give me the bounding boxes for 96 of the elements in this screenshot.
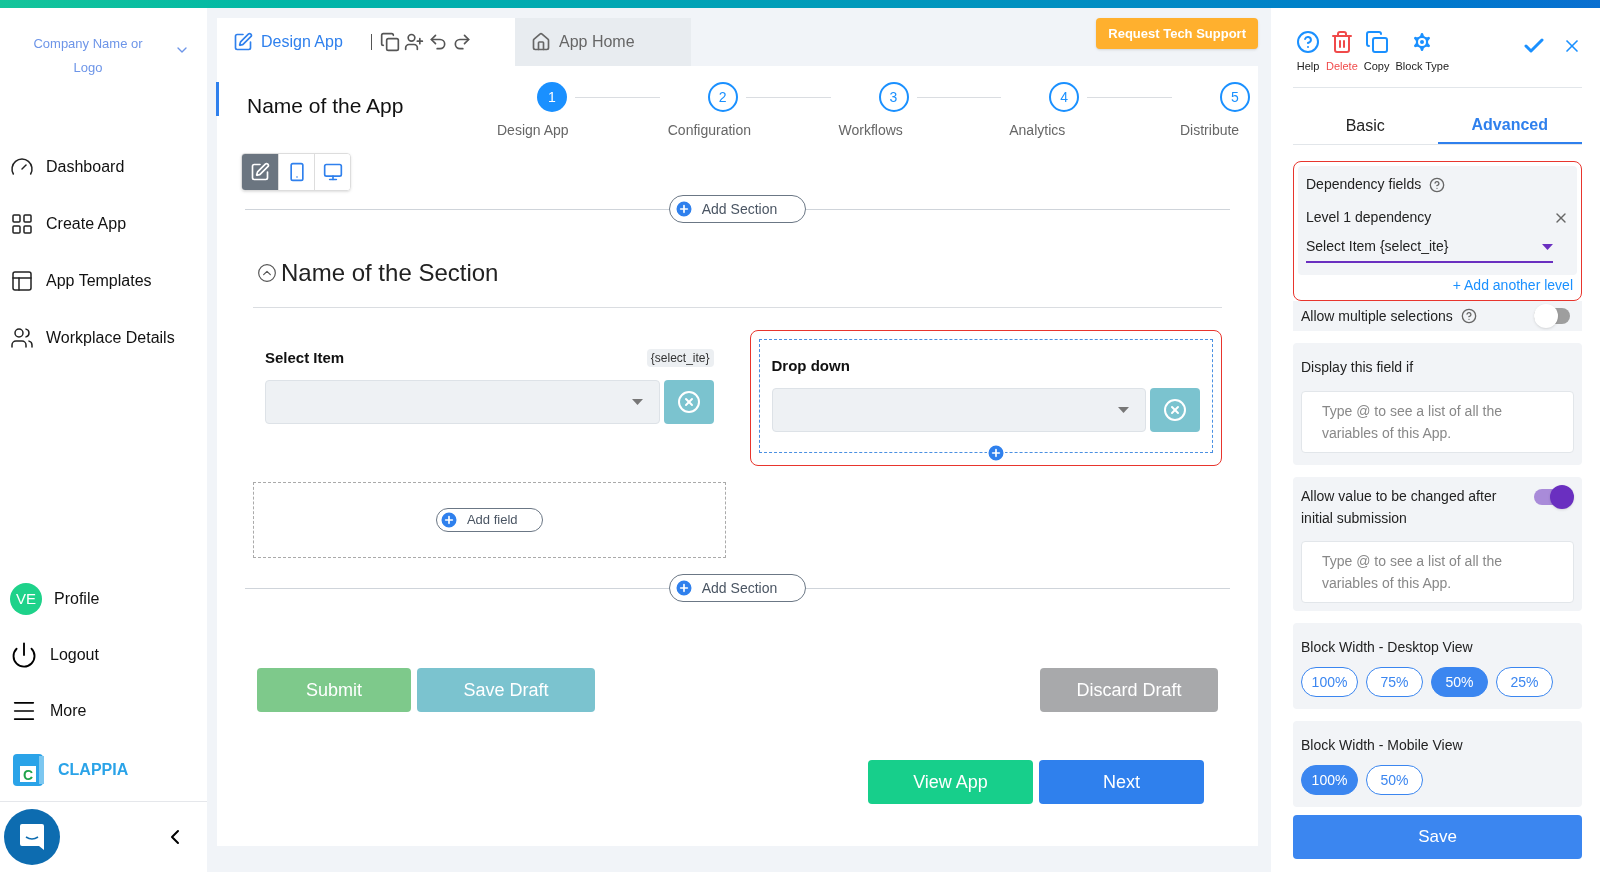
collapse-section-icon[interactable] [257, 263, 277, 283]
panel-tab[interactable]: Basic [1293, 108, 1438, 144]
mobile-view-button[interactable] [278, 154, 314, 190]
copy-icon [1364, 30, 1389, 54]
submit-button[interactable]: Submit [257, 668, 411, 712]
clear-button[interactable] [663, 380, 714, 424]
clear-icon [676, 390, 701, 414]
save-draft-button[interactable]: Save Draft [417, 668, 595, 712]
help-icon [1296, 30, 1320, 54]
plus-icon [985, 443, 1006, 463]
discard-draft-button[interactable]: Discard Draft [1040, 668, 1218, 712]
help-icon [1429, 176, 1446, 193]
step-number[interactable]: 1 [537, 82, 567, 112]
step-number[interactable]: 3 [878, 82, 909, 112]
nav-link[interactable]: Create App [46, 211, 127, 236]
undo-icon [427, 32, 448, 52]
toggle-switch[interactable] [1534, 485, 1574, 509]
edit-icon [250, 162, 270, 182]
nav-link[interactable]: Dashboard [46, 154, 125, 179]
app-name: Name of the App [247, 93, 405, 119]
brand-name: CLAPPIA [58, 760, 129, 780]
company-name: Company Name or Logo [32, 35, 144, 77]
step-label: Configuration [667, 121, 752, 140]
monitor-icon [322, 162, 343, 182]
setting-label: Display this field if [1301, 359, 1414, 375]
variable-tag: {select_ite} [646, 349, 714, 367]
plus-icon [438, 510, 459, 530]
dropdown-field[interactable] [265, 380, 660, 424]
top-tab[interactable]: App Home [515, 18, 691, 66]
dependency-select[interactable]: Select Item {select_ite} [1306, 236, 1553, 263]
field-block[interactable]: Select Item {select_ite} [253, 340, 726, 466]
field-block[interactable]: Drop down [758, 339, 1213, 453]
view-app-button[interactable]: View App [868, 760, 1033, 804]
caret-icon [1118, 407, 1129, 413]
edit-icon [233, 32, 253, 52]
step-number[interactable]: 2 [707, 82, 738, 112]
setting-label: Allow value to be changed after initial submission [1301, 487, 1498, 528]
chat-bubble-icon [19, 823, 45, 851]
save-button[interactable]: Save [1293, 815, 1582, 859]
step-label: Design App [497, 121, 569, 140]
type-action-button[interactable]: Block Type [1392, 30, 1453, 75]
width-option[interactable]: 75% [1366, 667, 1423, 697]
width-option[interactable]: 100% [1301, 765, 1358, 795]
add-user-icon [403, 32, 424, 52]
caret-icon [1542, 243, 1553, 250]
section-title: Name of the Section [281, 258, 499, 288]
avatar-initials: VE [10, 583, 42, 615]
house-icon [531, 32, 551, 52]
trash-icon [1329, 30, 1354, 54]
nav-link[interactable]: App Templates [46, 268, 152, 293]
desktop-view-button[interactable] [314, 154, 350, 190]
condition-field[interactable]: Type @ to see a list of all the variables of this App. [1301, 541, 1574, 603]
step-number[interactable]: 5 [1220, 82, 1250, 112]
plus-icon [673, 199, 694, 219]
step-label: Distribute [1180, 121, 1240, 140]
multiple-label: Allow multiple selections [1301, 306, 1453, 326]
caret-icon [631, 399, 643, 405]
plus-icon [673, 578, 694, 598]
copy-action-button[interactable]: Copy [1360, 30, 1393, 75]
field-label: Select Item [265, 347, 345, 368]
width-option[interactable]: 50% [1431, 667, 1488, 697]
nav-link[interactable]: More [50, 699, 87, 723]
next-button[interactable]: Next [1039, 760, 1204, 804]
nav-link[interactable]: Logout [50, 643, 99, 667]
width-option[interactable]: 25% [1496, 667, 1553, 697]
clear-icon [1163, 398, 1187, 422]
width-option[interactable]: 100% [1301, 667, 1358, 697]
step-number[interactable]: 4 [1049, 82, 1080, 112]
setting-label: Block Width - Mobile View [1301, 737, 1463, 753]
width-option[interactable]: 50% [1366, 765, 1423, 795]
nav-link[interactable]: Workplace Details [46, 325, 175, 350]
delete-action-button[interactable]: Delete [1323, 30, 1361, 75]
dropdown-field[interactable] [771, 388, 1146, 432]
step-label: Analytics [1009, 121, 1066, 140]
help-action-button[interactable]: Help [1293, 30, 1323, 75]
logo-icon: C [12, 753, 46, 787]
dependency-title: Dependency fields [1306, 175, 1422, 194]
layout-icon [10, 268, 34, 293]
power-icon [10, 641, 38, 669]
field-label: Drop down [771, 355, 850, 376]
copy-icon [379, 32, 400, 52]
edit-view-button[interactable] [242, 154, 278, 190]
step-label: Workflows [838, 121, 903, 140]
add-section-button[interactable]: Add Section [668, 574, 807, 602]
panel-tab[interactable]: Advanced [1437, 108, 1582, 144]
chat-button[interactable] [4, 809, 60, 865]
help-icon [1460, 308, 1477, 324]
add-section-button[interactable]: Add Section [668, 195, 807, 223]
clear-button[interactable] [1150, 388, 1200, 432]
add-level-link[interactable]: + Add another level [1452, 275, 1573, 296]
people-icon [10, 325, 34, 350]
nav-link[interactable]: Profile [54, 587, 100, 611]
top-tab[interactable]: Design App [217, 18, 515, 66]
setting-label: Block Width - Desktop View [1301, 639, 1473, 655]
condition-field[interactable]: Type @ to see a list of all the variables of this App. [1301, 391, 1574, 453]
level-label: Level 1 dependency [1306, 208, 1432, 227]
